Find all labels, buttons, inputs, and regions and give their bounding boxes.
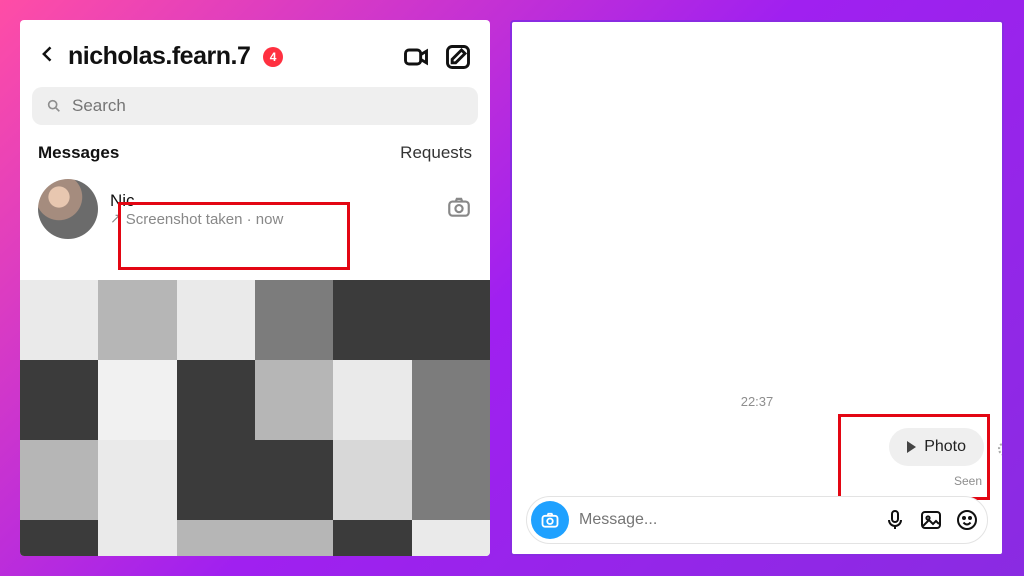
camera-button[interactable] [531, 501, 569, 539]
search-icon [46, 98, 62, 114]
photo-message-bubble[interactable]: Photo [889, 428, 984, 466]
composer-actions [883, 508, 979, 532]
search-input[interactable] [72, 96, 464, 116]
avatar [38, 179, 98, 239]
inbox-panel: nicholas.fearn.7 4 Messages Requests [20, 20, 490, 556]
message-composer [526, 496, 988, 544]
sent-message-block: Photo Seen [889, 428, 984, 488]
header-actions [402, 43, 472, 71]
chat-panel: 22:37 Photo Seen [510, 20, 1004, 556]
tab-messages[interactable]: Messages [38, 143, 119, 163]
pixelated-overlay [20, 280, 490, 556]
photo-message-label: Photo [924, 438, 966, 456]
conversation-subtitle-label: Screenshot taken · now [126, 211, 284, 228]
message-input[interactable] [579, 511, 873, 529]
microphone-icon[interactable] [883, 508, 907, 532]
seen-status: Seen [889, 474, 982, 488]
video-call-icon[interactable] [402, 43, 430, 71]
share-arrow-icon: ↗ [110, 210, 122, 227]
tab-requests[interactable]: Requests [400, 143, 472, 163]
inbox-header: nicholas.fearn.7 4 [20, 20, 490, 81]
conversation-text: Nic ↗ Screenshot taken · now [110, 191, 434, 228]
back-icon[interactable] [38, 44, 58, 69]
gallery-icon[interactable] [919, 508, 943, 532]
search-field[interactable] [32, 87, 478, 125]
account-username[interactable]: nicholas.fearn.7 4 [68, 42, 392, 71]
inbox-tabs: Messages Requests [20, 137, 490, 169]
conversation-name: Nic [110, 191, 434, 211]
loading-spinner-icon [998, 442, 1004, 456]
chat-body: 22:37 Photo Seen [512, 22, 1002, 554]
compose-icon[interactable] [444, 43, 472, 71]
chat-timestamp: 22:37 [512, 394, 1002, 409]
notification-badge: 4 [263, 47, 283, 67]
camera-icon[interactable] [446, 194, 472, 225]
play-icon [907, 441, 916, 453]
conversation-row[interactable]: Nic ↗ Screenshot taken · now [20, 169, 490, 253]
sticker-icon[interactable] [955, 508, 979, 532]
conversation-subtitle: ↗ Screenshot taken · now [110, 211, 434, 228]
username-label: nicholas.fearn.7 [68, 42, 250, 70]
